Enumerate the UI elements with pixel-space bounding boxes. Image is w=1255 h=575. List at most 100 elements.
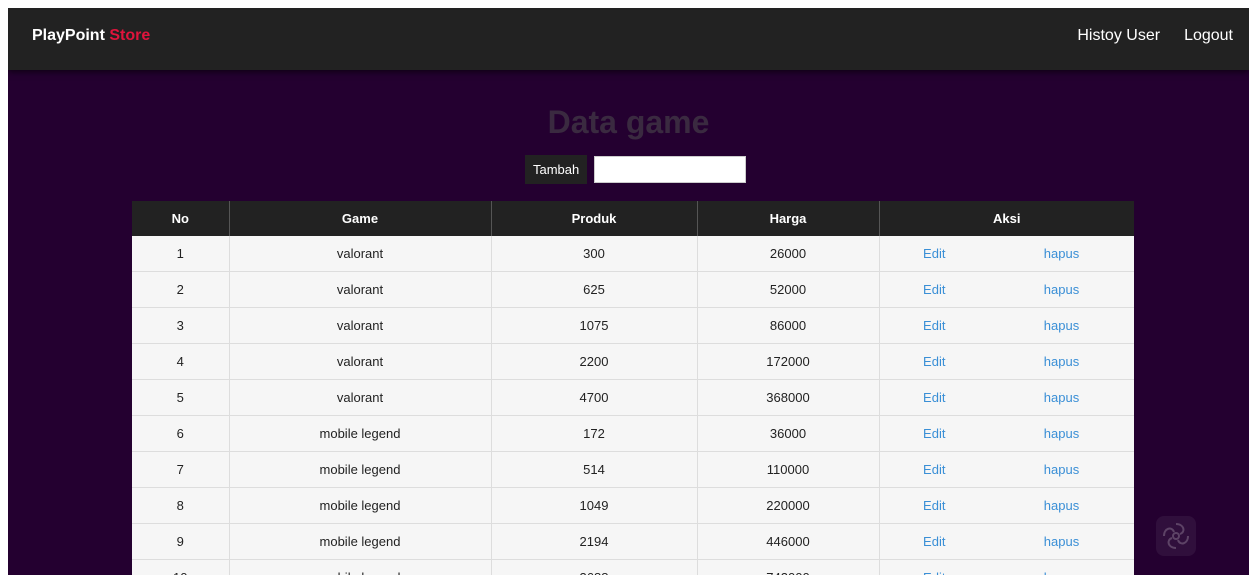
cell-delete: hapus bbox=[989, 487, 1134, 524]
swirl-icon-graphic bbox=[1163, 523, 1189, 549]
cell-no: 7 bbox=[132, 451, 229, 488]
add-input[interactable] bbox=[594, 156, 747, 183]
cell-no: 5 bbox=[132, 379, 229, 416]
edit-link[interactable]: Edit bbox=[923, 498, 945, 513]
page-title: Data game bbox=[547, 104, 710, 140]
swirl-icon[interactable] bbox=[1156, 516, 1196, 556]
cell-harga: 172000 bbox=[696, 343, 879, 380]
cell-harga: 36000 bbox=[696, 415, 879, 452]
edit-link[interactable]: Edit bbox=[923, 318, 945, 333]
table-row: 4 valorant 2200 172000 Edit hapus bbox=[132, 343, 1134, 380]
delete-link[interactable]: hapus bbox=[1044, 462, 1079, 477]
edit-link[interactable]: Edit bbox=[923, 570, 945, 575]
cell-game: mobile legend bbox=[228, 451, 491, 488]
cell-no: 8 bbox=[132, 487, 229, 524]
cell-no: 9 bbox=[132, 523, 229, 560]
cell-game: valorant bbox=[228, 307, 491, 344]
cell-game: valorant bbox=[228, 236, 491, 272]
cell-harga: 446000 bbox=[696, 523, 879, 560]
table-row: 7 mobile legend 514 110000 Edit hapus bbox=[132, 451, 1134, 488]
brand-logo[interactable]: PlayPoint Store bbox=[32, 27, 150, 45]
navbar: PlayPoint Store Histoy User Logout bbox=[8, 8, 1249, 70]
edit-link[interactable]: Edit bbox=[923, 462, 945, 477]
cell-no: 1 bbox=[132, 236, 229, 272]
cell-game: valorant bbox=[228, 343, 491, 380]
cell-delete: hapus bbox=[989, 343, 1134, 380]
cell-no: 2 bbox=[132, 271, 229, 308]
delete-link[interactable]: hapus bbox=[1044, 282, 1079, 297]
add-button[interactable]: Tambah bbox=[525, 155, 588, 184]
cell-harga: 26000 bbox=[696, 236, 879, 272]
cell-harga: 86000 bbox=[696, 307, 879, 344]
table-row: 6 mobile legend 172 36000 Edit hapus bbox=[132, 415, 1134, 452]
cell-edit: Edit bbox=[878, 343, 989, 380]
cell-edit: Edit bbox=[878, 487, 989, 524]
cell-edit: Edit bbox=[878, 236, 989, 272]
edit-link[interactable]: Edit bbox=[923, 426, 945, 441]
table-row: 1 valorant 300 26000 Edit hapus bbox=[132, 236, 1134, 272]
cell-produk: 3688 bbox=[490, 559, 697, 575]
delete-link[interactable]: hapus bbox=[1044, 426, 1079, 441]
cell-game: mobile legend bbox=[228, 559, 491, 575]
delete-link[interactable]: hapus bbox=[1044, 534, 1079, 549]
delete-link[interactable]: hapus bbox=[1044, 390, 1079, 405]
cell-delete: hapus bbox=[989, 523, 1134, 560]
edit-link[interactable]: Edit bbox=[923, 534, 945, 549]
nav-links: Histoy User Logout bbox=[1077, 27, 1233, 45]
delete-link[interactable]: hapus bbox=[1044, 570, 1079, 575]
table-row: 3 valorant 1075 86000 Edit hapus bbox=[132, 307, 1134, 344]
cell-harga: 742000 bbox=[696, 559, 879, 575]
cell-no: 3 bbox=[132, 307, 229, 344]
app-frame: PlayPoint Store Histoy User Logout Data … bbox=[8, 8, 1249, 575]
table-row: 5 valorant 4700 368000 Edit hapus bbox=[132, 379, 1134, 416]
table-body: 1 valorant 300 26000 Edit hapus 2 valora… bbox=[132, 236, 1134, 575]
cell-produk: 1049 bbox=[490, 487, 697, 524]
delete-link[interactable]: hapus bbox=[1044, 354, 1079, 369]
cell-harga: 220000 bbox=[696, 487, 879, 524]
cell-produk: 4700 bbox=[490, 379, 697, 416]
cell-produk: 2194 bbox=[490, 523, 697, 560]
cell-harga: 368000 bbox=[696, 379, 879, 416]
cell-no: 4 bbox=[132, 343, 229, 380]
cell-no: 6 bbox=[132, 415, 229, 452]
header-no: No bbox=[132, 201, 229, 236]
cell-produk: 1075 bbox=[490, 307, 697, 344]
delete-link[interactable]: hapus bbox=[1044, 246, 1079, 261]
edit-link[interactable]: Edit bbox=[923, 354, 945, 369]
cell-delete: hapus bbox=[989, 271, 1134, 308]
cell-edit: Edit bbox=[878, 379, 989, 416]
game-table: No Game Produk Harga Aksi 1 valorant 300… bbox=[132, 201, 1134, 575]
edit-link[interactable]: Edit bbox=[923, 282, 945, 297]
logout-link[interactable]: Logout bbox=[1184, 27, 1233, 45]
table-row: 10 mobile legend 3688 742000 Edit hapus bbox=[132, 559, 1134, 575]
cell-delete: hapus bbox=[989, 307, 1134, 344]
delete-link[interactable]: hapus bbox=[1044, 498, 1079, 513]
cell-delete: hapus bbox=[989, 451, 1134, 488]
header-harga: Harga bbox=[696, 201, 879, 236]
cell-edit: Edit bbox=[878, 415, 989, 452]
delete-link[interactable]: hapus bbox=[1044, 318, 1079, 333]
cell-no: 10 bbox=[132, 559, 229, 575]
table-row: 9 mobile legend 2194 446000 Edit hapus bbox=[132, 523, 1134, 560]
header-produk: Produk bbox=[490, 201, 697, 236]
cell-edit: Edit bbox=[878, 271, 989, 308]
cell-produk: 514 bbox=[490, 451, 697, 488]
header-aksi: Aksi bbox=[878, 201, 1134, 236]
cell-game: valorant bbox=[228, 379, 491, 416]
history-user-link[interactable]: Histoy User bbox=[1077, 27, 1160, 45]
brand-accent: Store bbox=[109, 27, 151, 44]
table-row: 8 mobile legend 1049 220000 Edit hapus bbox=[132, 487, 1134, 524]
cell-edit: Edit bbox=[878, 523, 989, 560]
cell-edit: Edit bbox=[878, 307, 989, 344]
cell-edit: Edit bbox=[878, 559, 989, 575]
add-row: Tambah bbox=[525, 155, 747, 184]
cell-delete: hapus bbox=[989, 379, 1134, 416]
cell-game: mobile legend bbox=[228, 487, 491, 524]
cell-game: mobile legend bbox=[228, 415, 491, 452]
cell-delete: hapus bbox=[989, 236, 1134, 272]
cell-produk: 625 bbox=[490, 271, 697, 308]
edit-link[interactable]: Edit bbox=[923, 390, 945, 405]
cell-edit: Edit bbox=[878, 451, 989, 488]
edit-link[interactable]: Edit bbox=[923, 246, 945, 261]
cell-produk: 172 bbox=[490, 415, 697, 452]
